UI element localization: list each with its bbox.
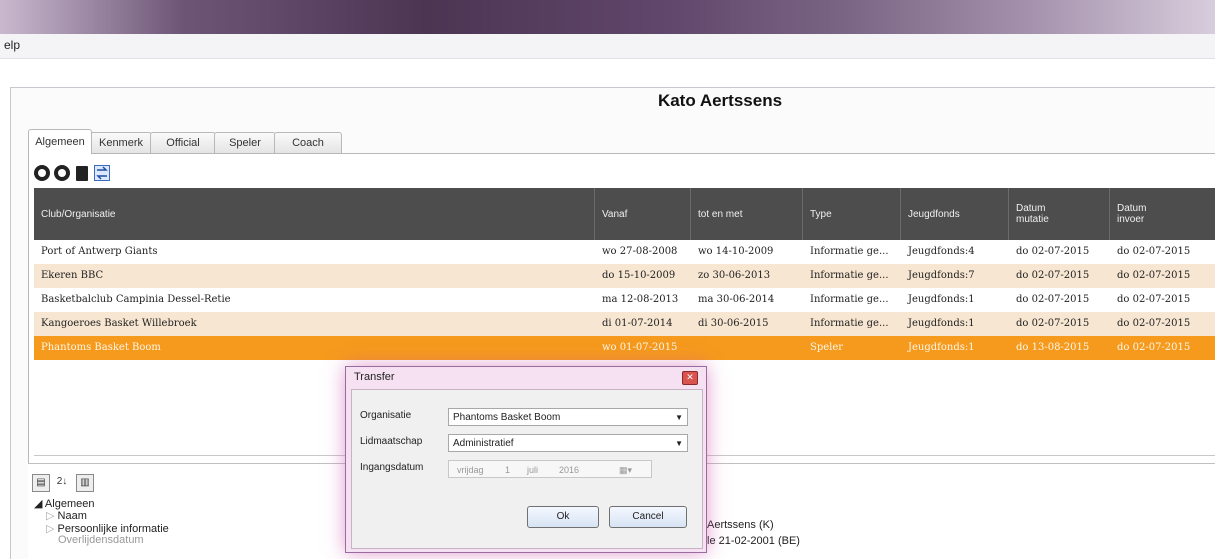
tab-algemeen[interactable]: Algemeen — [28, 129, 92, 154]
cell-datum-mutatie: do 02-07-2015 — [1016, 270, 1090, 281]
cell-type: Informatie ge... — [810, 270, 889, 281]
transfer-dialog: Transfer ✕ Organisatie Phantoms Basket B… — [345, 366, 707, 553]
cell-vanaf: wo 27-08-2008 — [602, 246, 678, 257]
cell-tot-en-met — [691, 336, 803, 360]
calendar-icon[interactable]: ▦▾ — [619, 461, 632, 479]
lidmaatschap-value: Administratief — [453, 438, 514, 449]
cell-vanaf: ma 12-08-2013 — [602, 294, 679, 305]
ok-button[interactable]: Ok — [527, 506, 599, 528]
cell-type: Informatie ge... — [810, 294, 889, 305]
cell-datum-mutatie: do 02-07-2015 — [1016, 318, 1090, 329]
column-header-jeugdfonds[interactable]: Jeugdfonds — [901, 188, 1009, 240]
cell-jeugdfonds: Jeugdfonds:7 — [908, 270, 975, 281]
document-icon[interactable] — [76, 166, 88, 181]
column-header-vanaf[interactable]: Vanaf — [595, 188, 691, 240]
property-item-overlijdensdatum[interactable]: Overlijdensdatum — [58, 534, 144, 546]
column-header-datum-invoer-label: Datum invoer — [1117, 203, 1147, 225]
column-header-club[interactable]: Club/Organisatie — [34, 188, 595, 240]
table-row[interactable]: Basketbalclub Campinia Dessel-Retie ma 12… — [34, 288, 1215, 312]
organisatie-value: Phantoms Basket Boom — [453, 412, 561, 423]
property-value-naam: Aertssens (K) — [707, 519, 774, 531]
table-row[interactable]: Phantoms Basket Boom wo 01-07-2015 Speler J… — [34, 336, 1215, 360]
collapse-icon: ◢ — [34, 498, 45, 510]
close-icon[interactable]: ✕ — [682, 371, 698, 385]
cell-type: Informatie ge... — [810, 246, 889, 257]
cell-type: Informatie ge... — [810, 318, 889, 329]
tab-speler[interactable]: Speler — [214, 132, 276, 153]
cell-club: Phantoms Basket Boom — [41, 342, 161, 353]
organisatie-select[interactable]: Phantoms Basket Boom ▼ — [448, 408, 688, 426]
cell-datum-mutatie: do 02-07-2015 — [1016, 246, 1090, 257]
organisatie-label: Organisatie — [360, 410, 412, 421]
cancel-button[interactable]: Cancel — [609, 506, 687, 528]
lidmaatschap-select[interactable]: Administratief ▼ — [448, 434, 688, 452]
cell-datum-invoer: do 02-07-2015 — [1117, 270, 1191, 281]
column-header-tot-en-met[interactable]: tot en met — [691, 188, 803, 240]
tab-kenmerk[interactable]: Kenmerk — [90, 132, 152, 153]
column-header-datum-mutatie[interactable]: Datum mutatie — [1009, 188, 1110, 240]
cell-club: Kangoeroes Basket Willebroek — [41, 318, 197, 329]
property-item-label: Naam — [57, 510, 87, 522]
property-value-persoonlijke-informatie: le 21-02-2001 (BE) — [707, 535, 800, 547]
cell-datum-invoer: do 02-07-2015 — [1117, 294, 1191, 305]
cell-club: Ekeren BBC — [41, 270, 104, 281]
column-header-datum-mutatie-label: Datum mutatie — [1016, 203, 1049, 225]
cell-datum-invoer: do 02-07-2015 — [1117, 318, 1191, 329]
cell-tot-en-met: wo 14-10-2009 — [698, 246, 774, 257]
window-title-bar — [0, 0, 1215, 34]
cell-jeugdfonds: Jeugdfonds:1 — [908, 318, 975, 329]
cell-datum-invoer: do 02-07-2015 — [1117, 342, 1191, 353]
cell-club: Basketbalclub Campinia Dessel-Retie — [41, 294, 231, 305]
column-header-type[interactable]: Type — [803, 188, 901, 240]
cell-tot-en-met: di 30-06-2015 — [698, 318, 769, 329]
date-month: juli — [527, 465, 539, 475]
menu-bar: elp — [0, 34, 1215, 59]
expand-icon: ▷ — [46, 510, 58, 522]
chevron-down-icon: ▼ — [675, 413, 683, 422]
cell-tot-en-met: ma 30-06-2014 — [698, 294, 775, 305]
tab-coach[interactable]: Coach — [274, 132, 342, 153]
cell-datum-invoer: do 02-07-2015 — [1117, 246, 1191, 257]
menu-item-help[interactable]: elp — [4, 38, 20, 52]
date-num: 1 — [505, 465, 511, 475]
table-row[interactable]: Kangoeroes Basket Willebroek di 01-07-201… — [34, 312, 1215, 336]
cell-datum-mutatie: do 13-08-2015 — [1016, 342, 1090, 353]
property-item-naam[interactable]: ▷ Naam — [46, 509, 87, 522]
chevron-down-icon: ▼ — [675, 439, 683, 448]
page-title: Kato Aertssens — [657, 91, 783, 110]
ingangsdatum-picker[interactable]: vrijdag 1 juli 2016 ▦▾ — [448, 460, 652, 478]
tab-official[interactable]: Official — [150, 132, 216, 153]
dialog-title: Transfer — [354, 371, 395, 383]
cell-type: Speler — [810, 342, 844, 353]
cell-jeugdfonds: Jeugdfonds:1 — [908, 294, 975, 305]
property-pages-icon[interactable]: ▥ — [76, 474, 94, 492]
cell-vanaf: di 01-07-2014 — [602, 318, 673, 329]
categorized-view-icon[interactable]: ▤ — [32, 474, 50, 492]
date-year: 2016 — [559, 465, 580, 475]
transfer-icon[interactable] — [94, 165, 110, 181]
grid-header: Club/Organisatie Vanaf tot en met Type J… — [34, 188, 1215, 240]
date-day: vrijdag — [457, 465, 484, 475]
expand-icon: ▷ — [46, 523, 58, 535]
cell-club: Port of Antwerp Giants — [41, 246, 158, 257]
sort-alpha-icon[interactable]: 2↓ — [54, 474, 70, 490]
ingangsdatum-label: Ingangsdatum — [360, 462, 424, 473]
remove-icon[interactable] — [54, 165, 70, 181]
column-header-datum-invoer[interactable]: Datum invoer — [1110, 188, 1215, 240]
cell-vanaf: do 15-10-2009 — [602, 270, 676, 281]
cell-jeugdfonds: Jeugdfonds:4 — [908, 246, 975, 257]
dialog-body: Organisatie Phantoms Basket Boom ▼ Lidma… — [351, 389, 703, 549]
lidmaatschap-label: Lidmaatschap — [360, 436, 423, 447]
table-row[interactable]: Ekeren BBC do 15-10-2009 zo 30-06-2013 Info… — [34, 264, 1215, 288]
cell-datum-mutatie: do 02-07-2015 — [1016, 294, 1090, 305]
table-row[interactable]: Port of Antwerp Giants wo 27-08-2008 wo 14… — [34, 240, 1215, 264]
cell-tot-en-met: zo 30-06-2013 — [698, 270, 771, 281]
add-icon[interactable] — [34, 165, 50, 181]
cell-jeugdfonds: Jeugdfonds:1 — [908, 342, 975, 353]
cell-vanaf: wo 01-07-2015 — [602, 342, 678, 353]
